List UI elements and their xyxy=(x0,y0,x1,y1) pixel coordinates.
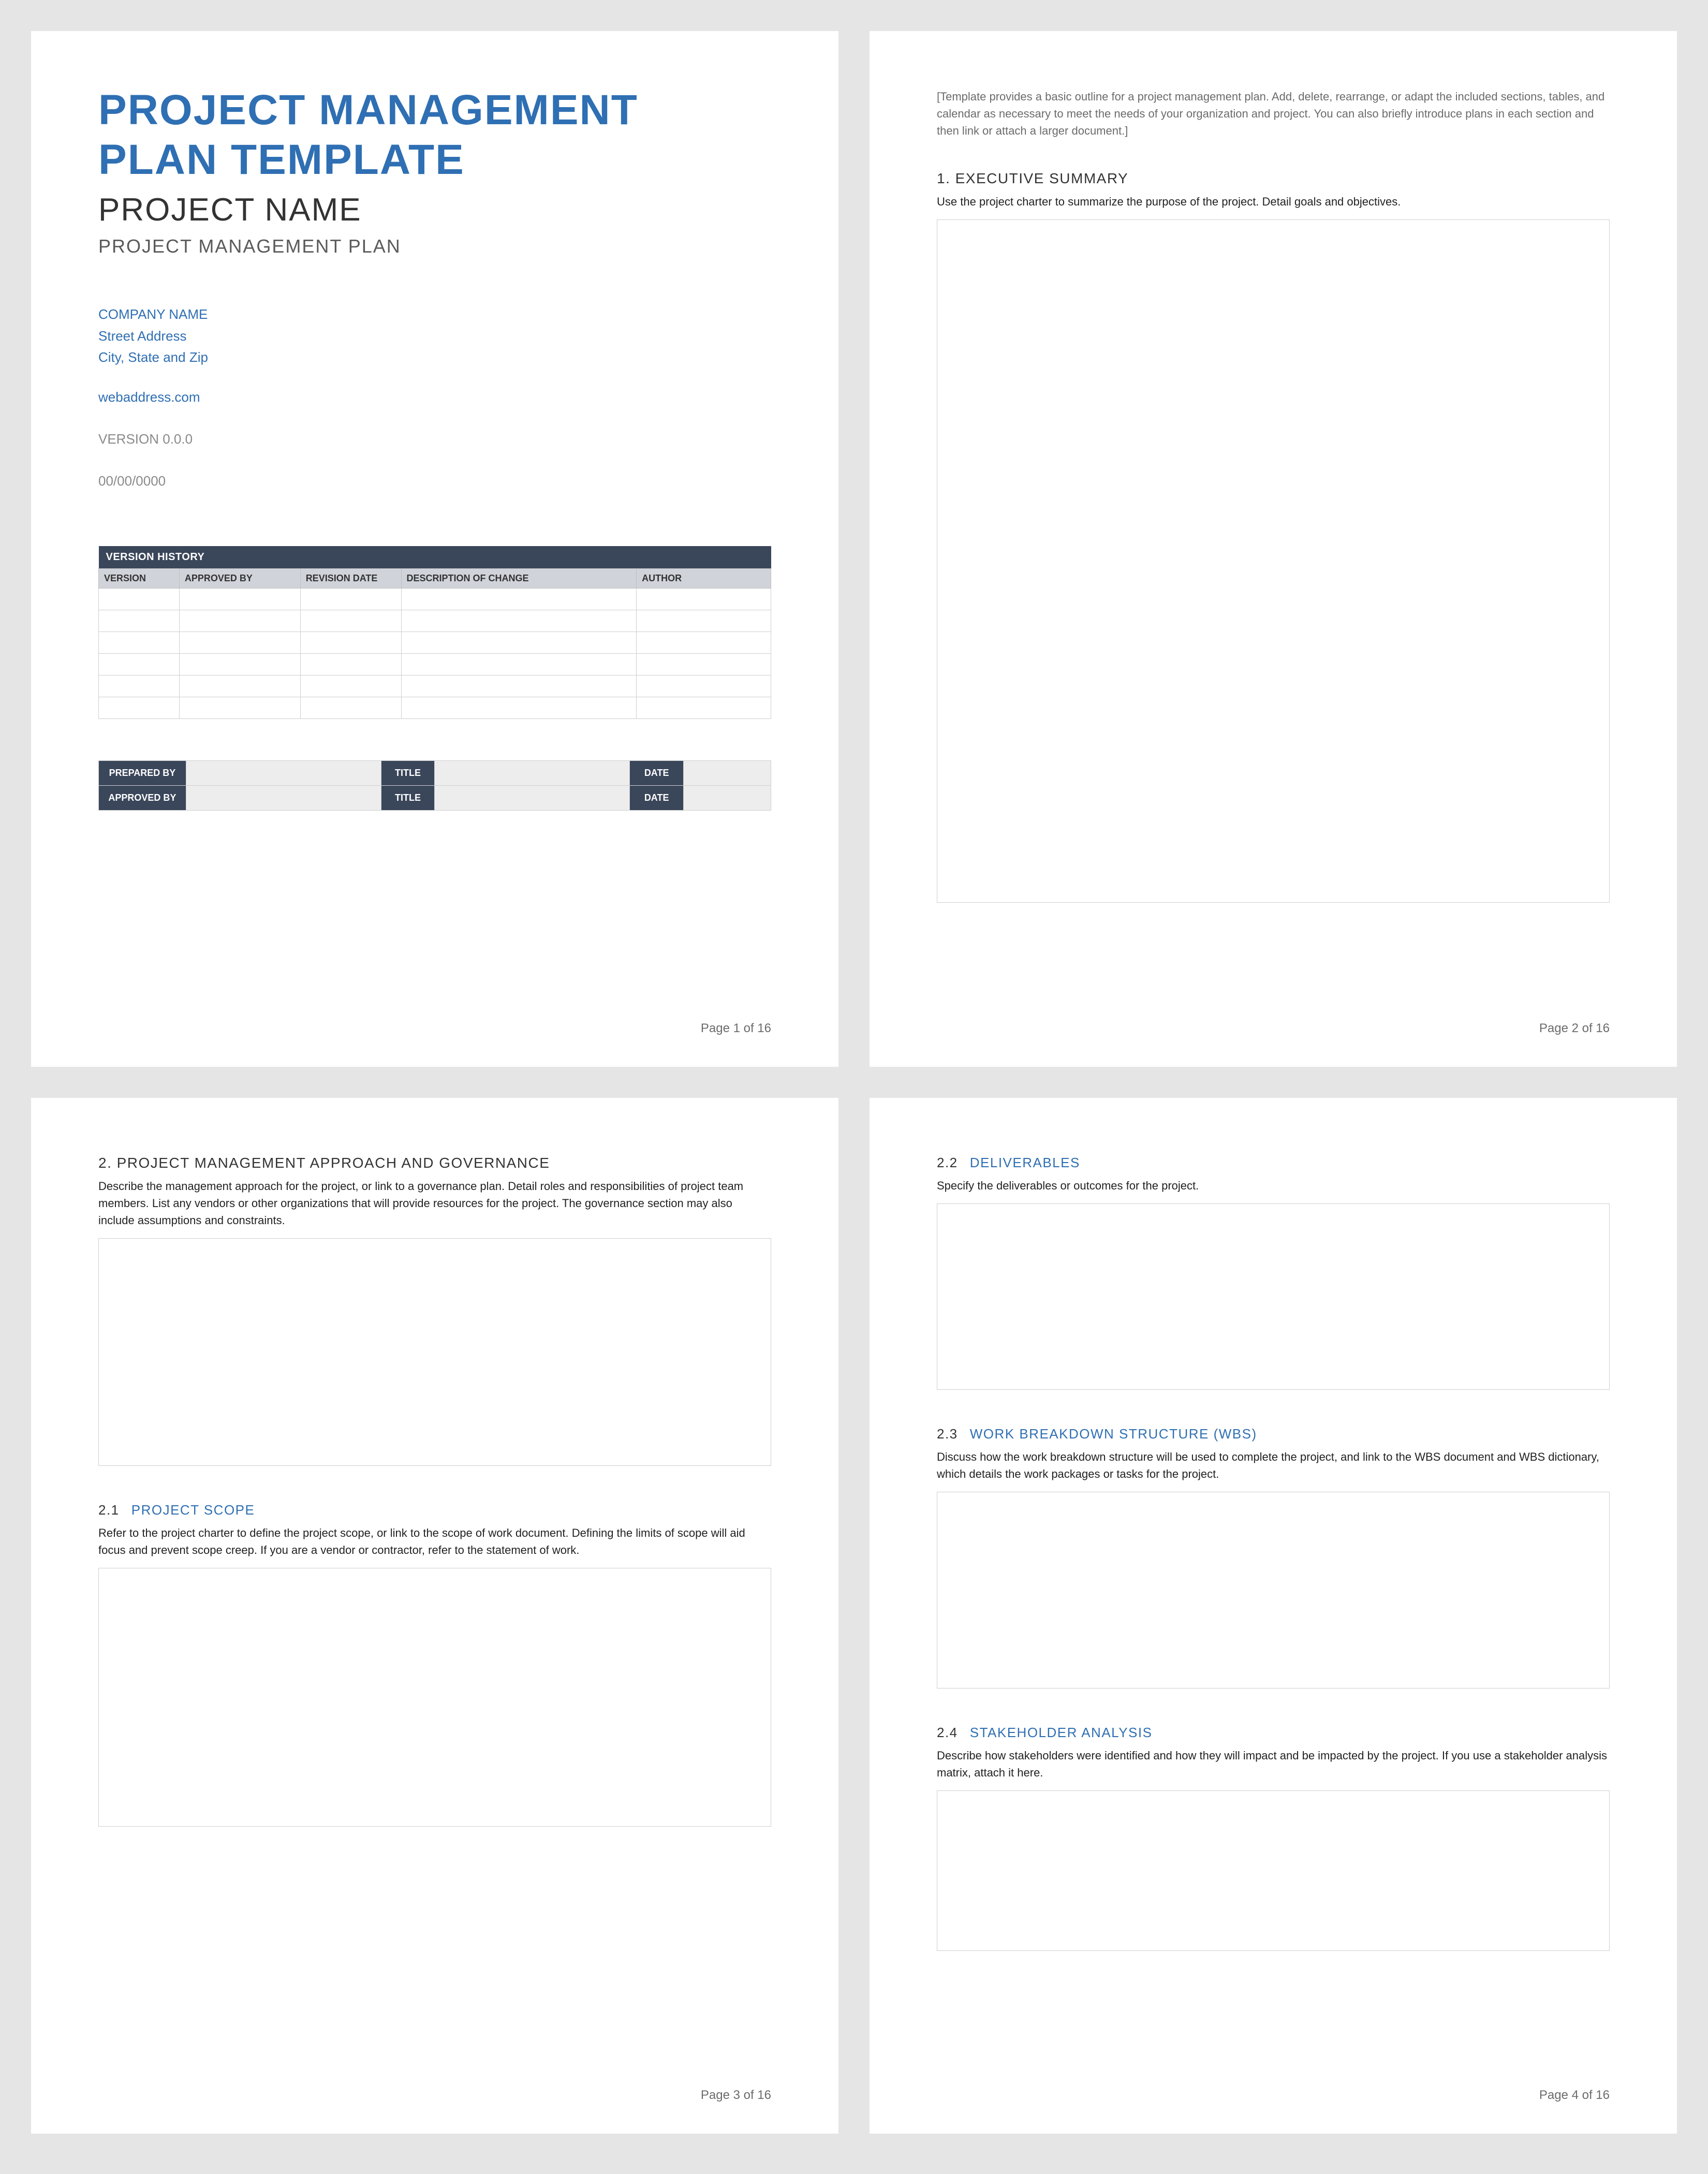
version-history-table: VERSION HISTORY VERSION APPROVED BY REVI… xyxy=(98,546,771,719)
date-value-1 xyxy=(684,760,771,785)
title-value-1 xyxy=(435,760,630,785)
vh-col-author: AUTHOR xyxy=(637,568,771,588)
company-citystatezip: City, State and Zip xyxy=(98,347,771,369)
project-scope-box xyxy=(98,1568,771,1827)
page-2: [Template provides a basic outline for a… xyxy=(870,31,1677,1067)
table-row xyxy=(99,653,771,675)
prepared-by-label: PREPARED BY xyxy=(99,760,186,785)
version-line: VERSION 0.0.0 xyxy=(98,431,771,447)
section-2-4-heading: 2.4 STAKEHOLDER ANALYSIS xyxy=(937,1725,1610,1741)
title-value-2 xyxy=(435,785,630,810)
signature-table: PREPARED BY TITLE DATE APPROVED BY TITLE… xyxy=(98,760,771,811)
page-4: 2.2 DELIVERABLES Specify the deliverable… xyxy=(870,1098,1677,2134)
date-value-2 xyxy=(684,785,771,810)
approved-by-value xyxy=(186,785,381,810)
table-row xyxy=(99,675,771,697)
governance-box xyxy=(98,1238,771,1466)
section-2-4-title: STAKEHOLDER ANALYSIS xyxy=(970,1725,1153,1740)
date-label-1: DATE xyxy=(630,760,684,785)
page-footer-2: Page 2 of 16 xyxy=(1539,1021,1610,1036)
doc-title-line1: PROJECT MANAGEMENT xyxy=(98,88,771,133)
vh-col-approved: APPROVED BY xyxy=(179,568,300,588)
title-label-1: TITLE xyxy=(381,760,435,785)
plan-subtitle: PROJECT MANAGEMENT PLAN xyxy=(98,236,771,257)
section-2-1-desc: Refer to the project charter to define t… xyxy=(98,1524,771,1559)
version-history-title: VERSION HISTORY xyxy=(99,546,771,569)
page-1: PROJECT MANAGEMENT PLAN TEMPLATE PROJECT… xyxy=(31,31,838,1067)
company-block: COMPANY NAME Street Address City, State … xyxy=(98,304,771,369)
section-2-1-heading: 2.1 PROJECT SCOPE xyxy=(98,1502,771,1518)
section-2-4-desc: Describe how stakeholders were identifie… xyxy=(937,1747,1610,1781)
page-footer-4: Page 4 of 16 xyxy=(1539,2088,1610,2103)
section-2-2-title: DELIVERABLES xyxy=(970,1155,1080,1170)
approved-by-label: APPROVED BY xyxy=(99,785,186,810)
stakeholder-box xyxy=(937,1790,1610,1951)
template-intro-note: [Template provides a basic outline for a… xyxy=(937,88,1610,139)
page-3: 2. PROJECT MANAGEMENT APPROACH AND GOVER… xyxy=(31,1098,838,2134)
table-row xyxy=(99,697,771,718)
section-2-1-num: 2.1 xyxy=(98,1502,127,1518)
project-name: PROJECT NAME xyxy=(98,192,771,228)
section-1-heading: 1. EXECUTIVE SUMMARY xyxy=(937,170,1610,187)
title-label-2: TITLE xyxy=(381,785,435,810)
page-grid: PROJECT MANAGEMENT PLAN TEMPLATE PROJECT… xyxy=(31,31,1677,2134)
section-2-3-title: WORK BREAKDOWN STRUCTURE (WBS) xyxy=(970,1426,1257,1442)
section-1-desc: Use the project charter to summarize the… xyxy=(937,193,1610,210)
date-line: 00/00/0000 xyxy=(98,473,771,489)
section-2-1-title: PROJECT SCOPE xyxy=(131,1502,255,1518)
section-2-3-num: 2.3 xyxy=(937,1426,965,1442)
table-row xyxy=(99,610,771,631)
page-footer-3: Page 3 of 16 xyxy=(701,2088,771,2103)
prepared-by-value xyxy=(186,760,381,785)
date-label-2: DATE xyxy=(630,785,684,810)
wbs-box xyxy=(937,1492,1610,1688)
section-2-3-desc: Discuss how the work breakdown structure… xyxy=(937,1448,1610,1482)
executive-summary-box xyxy=(937,219,1610,903)
section-2-2-num: 2.2 xyxy=(937,1155,965,1171)
section-2-4-num: 2.4 xyxy=(937,1725,965,1741)
company-street: Street Address xyxy=(98,326,771,347)
page-footer-1: Page 1 of 16 xyxy=(701,1021,771,1036)
section-2-3-heading: 2.3 WORK BREAKDOWN STRUCTURE (WBS) xyxy=(937,1426,1610,1442)
vh-col-revdate: REVISION DATE xyxy=(300,568,401,588)
table-row xyxy=(99,588,771,610)
doc-title-line2: PLAN TEMPLATE xyxy=(98,138,771,182)
vh-col-version: VERSION xyxy=(99,568,180,588)
deliverables-box xyxy=(937,1203,1610,1390)
table-row xyxy=(99,631,771,653)
vh-col-desc: DESCRIPTION OF CHANGE xyxy=(401,568,637,588)
section-2-desc: Describe the management approach for the… xyxy=(98,1178,771,1229)
company-name: COMPANY NAME xyxy=(98,304,771,326)
section-2-2-heading: 2.2 DELIVERABLES xyxy=(937,1155,1610,1171)
section-2-2-desc: Specify the deliverables or outcomes for… xyxy=(937,1177,1610,1194)
web-address: webaddress.com xyxy=(98,389,771,405)
section-2-heading: 2. PROJECT MANAGEMENT APPROACH AND GOVER… xyxy=(98,1155,771,1171)
